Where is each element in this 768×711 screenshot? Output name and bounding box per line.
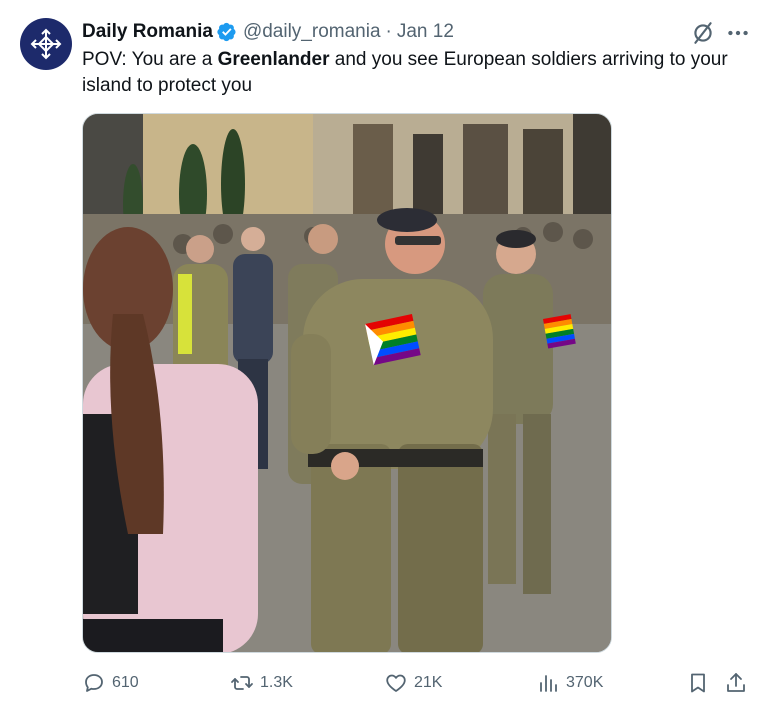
retweet-icon: [231, 676, 253, 690]
tweet-text: POV: You are a Greenlander and you see E…: [82, 47, 752, 99]
retweet-button[interactable]: 1.3K: [230, 668, 293, 698]
verified-badge-icon[interactable]: [217, 22, 237, 42]
tweet-actions: 610 1.3K 21K 370K: [82, 668, 752, 698]
bookmark-icon: [691, 673, 705, 693]
tweet-text-start: POV: You are a: [82, 49, 218, 70]
tweet-media[interactable]: [82, 113, 612, 653]
like-button[interactable]: 21K: [384, 668, 442, 698]
display-name[interactable]: Daily Romania: [82, 21, 213, 43]
reply-count: 610: [112, 674, 139, 691]
like-count: 21K: [414, 674, 443, 691]
share-icon: [727, 673, 745, 692]
views-count: 370K: [566, 674, 604, 691]
share-button[interactable]: [724, 668, 748, 698]
avatar[interactable]: [20, 18, 72, 70]
parade-photo: [83, 114, 611, 652]
tweet-date[interactable]: Jan 12: [397, 21, 454, 43]
tweet: Daily Romania @daily_romania · Jan 12 PO…: [0, 0, 768, 711]
author-handle[interactable]: @daily_romania: [243, 21, 381, 43]
reply-icon: [85, 674, 103, 692]
retweet-count: 1.3K: [260, 674, 293, 691]
bookmark-button[interactable]: [686, 668, 710, 698]
separator-dot: ·: [385, 21, 392, 42]
views-icon: [540, 675, 557, 692]
more-icon[interactable]: [725, 20, 751, 46]
cross-logo-icon: [30, 28, 62, 60]
views-button[interactable]: 370K: [536, 668, 603, 698]
reply-button[interactable]: 610: [82, 668, 139, 698]
heart-icon: [386, 674, 406, 692]
tweet-text-bold: Greenlander: [217, 49, 330, 70]
tweet-header: Daily Romania @daily_romania · Jan 12: [82, 20, 454, 44]
grok-icon[interactable]: [690, 20, 716, 46]
